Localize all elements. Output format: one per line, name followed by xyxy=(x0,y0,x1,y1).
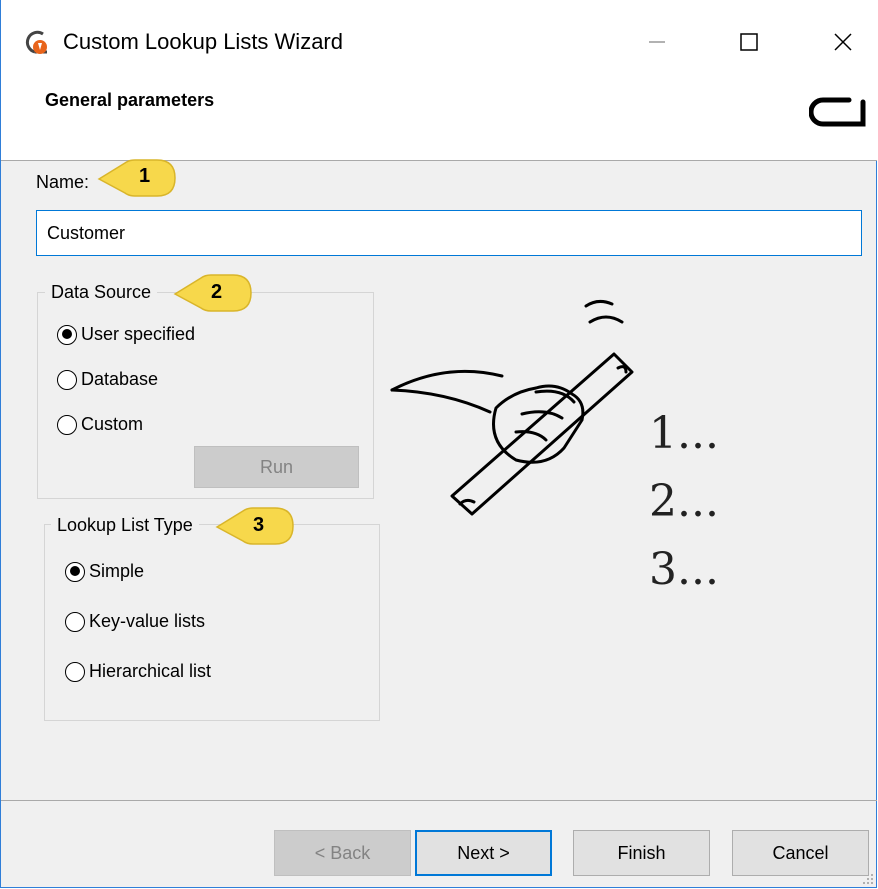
callout-number: 3 xyxy=(253,514,265,536)
radio-button-checked[interactable] xyxy=(57,324,77,345)
radio-button[interactable] xyxy=(65,611,85,632)
close-button[interactable] xyxy=(815,22,871,62)
data-source-legend: Data Source xyxy=(45,282,158,303)
step-3: 3... xyxy=(649,544,719,595)
name-input[interactable] xyxy=(36,210,862,256)
wizard-window: Custom Lookup Lists Wizard General param… xyxy=(0,0,877,888)
callout-badge-2: 2 xyxy=(171,270,257,321)
step-2: 2... xyxy=(649,476,719,527)
radio-custom[interactable]: Custom xyxy=(57,414,143,435)
cancel-button[interactable]: Cancel xyxy=(732,830,869,876)
window-title: Custom Lookup Lists Wizard xyxy=(63,29,343,54)
radio-button[interactable] xyxy=(65,661,85,682)
radio-label: User specified xyxy=(81,324,196,344)
back-button[interactable]: < Back xyxy=(274,830,411,876)
name-label: Name: xyxy=(36,172,90,192)
list-type-legend: Lookup List Type xyxy=(51,515,199,536)
radio-key-value[interactable]: Key-value lists xyxy=(65,611,205,632)
finish-button[interactable]: Finish xyxy=(573,830,710,876)
callout-number: 2 xyxy=(211,281,223,303)
maximize-icon xyxy=(740,33,758,51)
next-button[interactable]: Next > xyxy=(415,830,552,876)
minimize-icon xyxy=(649,41,665,43)
callout-number: 1 xyxy=(139,165,151,187)
step-1: 1... xyxy=(649,408,719,459)
radio-button[interactable] xyxy=(57,414,77,435)
title-bar: Custom Lookup Lists Wizard xyxy=(1,0,877,82)
wizard-header: General parameters xyxy=(1,82,877,161)
radio-label: Custom xyxy=(81,414,144,434)
radio-label: Database xyxy=(81,369,159,389)
radio-hierarchical[interactable]: Hierarchical list xyxy=(65,661,211,682)
steps-list: 1... 2... 3... xyxy=(649,408,719,596)
radio-label: Hierarchical list xyxy=(89,661,212,681)
resize-grip-icon[interactable] xyxy=(862,873,874,885)
footer-divider xyxy=(1,800,877,801)
callout-badge-3: 3 xyxy=(213,503,299,554)
logo-icon xyxy=(809,97,866,127)
radio-button[interactable] xyxy=(57,369,77,390)
close-icon xyxy=(834,33,852,51)
radio-database[interactable]: Database xyxy=(57,369,158,390)
callout-badge-1: 1 xyxy=(95,155,181,206)
radio-button-checked[interactable] xyxy=(65,561,85,582)
run-button[interactable]: Run xyxy=(194,446,359,488)
radio-label: Key-value lists xyxy=(89,611,206,631)
radio-simple[interactable]: Simple xyxy=(65,561,144,582)
minimize-button[interactable] xyxy=(629,22,685,62)
radio-user-specified[interactable]: User specified xyxy=(57,324,195,345)
radio-label: Simple xyxy=(89,561,145,581)
app-icon xyxy=(25,30,47,54)
maximize-button[interactable] xyxy=(721,22,777,62)
page-title: General parameters xyxy=(45,90,215,110)
